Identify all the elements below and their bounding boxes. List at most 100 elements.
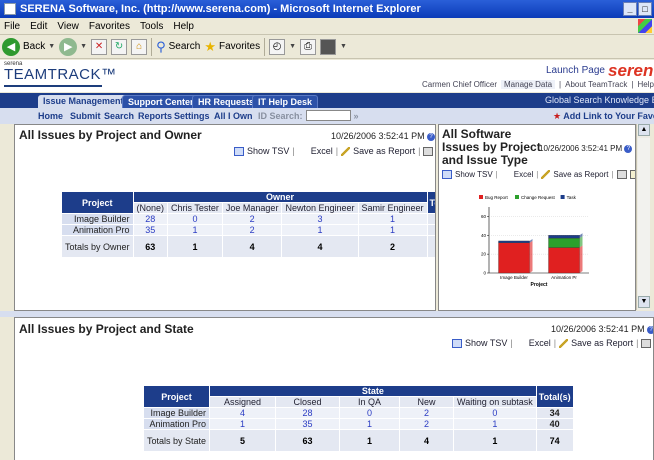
pencil-icon [541, 170, 551, 179]
nav-settings[interactable]: Settings [174, 111, 210, 121]
menu-edit[interactable]: Edit [30, 21, 47, 32]
help-icon[interactable]: ? [427, 132, 435, 141]
forward-button[interactable]: ▶ ▼ [59, 37, 87, 56]
id-search-go-button[interactable]: » [354, 111, 359, 121]
show-tsv-link[interactable]: Show TSV [455, 170, 493, 179]
print-icon[interactable] [423, 146, 434, 156]
nav-reports[interactable]: Reports [138, 111, 172, 121]
cell-link[interactable]: 0 [339, 407, 401, 419]
legend-label: Bug Report [485, 195, 509, 200]
help-icon[interactable]: ? [647, 325, 653, 334]
back-dropdown-icon[interactable]: ▼ [48, 43, 55, 50]
edit-dropdown-icon[interactable]: ▼ [340, 43, 347, 50]
add-link-favorites[interactable]: ★ Add Link to Your Favorite [553, 111, 654, 122]
star-icon: ★ [553, 111, 562, 121]
nav-search[interactable]: Search [104, 111, 134, 121]
legend-swatch [560, 195, 565, 199]
x-tick-label: Image Builder [500, 275, 528, 280]
excel-link[interactable]: Excel [311, 146, 333, 156]
report-actions: Show TSV | Excel | Save as Report | [234, 146, 435, 156]
stop-icon[interactable]: ✕ [91, 38, 108, 55]
cell-link[interactable]: 2 [221, 224, 283, 236]
cell-link[interactable]: 1 [339, 418, 401, 430]
column-header: (None) [132, 202, 169, 214]
legend-label: Task [567, 195, 577, 200]
save-as-report-link[interactable]: Save as Report [353, 146, 415, 156]
pane-timestamp: 10/26/2006 3:52:41 PM ? [331, 131, 435, 141]
help-icon[interactable]: ? [624, 144, 633, 153]
cell-link[interactable]: 1 [357, 213, 428, 225]
nav-home[interactable]: Home [38, 111, 63, 121]
search-icon: ⚲ [156, 38, 166, 54]
launch-page-link[interactable]: Launch Page [546, 65, 605, 76]
global-search-links[interactable]: Global Search Knowledge Bas [545, 95, 654, 105]
scroll-down-icon[interactable]: ▼ [638, 296, 650, 308]
home-icon[interactable]: ⌂ [131, 38, 148, 55]
scroll-up-icon[interactable]: ▲ [638, 124, 650, 136]
table-row: Animation Pro 35 1 2 1 1 40 [61, 224, 435, 236]
menu-favorites[interactable]: Favorites [89, 21, 130, 32]
print-icon[interactable] [616, 170, 627, 179]
cell-link[interactable]: 4 [209, 407, 277, 419]
search-button[interactable]: ⚲ Search [156, 39, 200, 55]
menu-view[interactable]: View [57, 21, 79, 32]
cell-link[interactable]: 28 [275, 407, 341, 419]
print-icon[interactable] [641, 338, 652, 348]
cell-link[interactable]: 2 [399, 407, 455, 419]
x-axis-label: Project [531, 282, 548, 288]
menu-file[interactable]: File [4, 21, 20, 32]
help-link[interactable]: Help [637, 80, 653, 89]
cell-link[interactable]: 0 [453, 407, 537, 419]
menu-help[interactable]: Help [173, 21, 194, 32]
cell-link[interactable]: 28 [132, 213, 169, 225]
tab-issue-management[interactable]: Issue Management [38, 95, 129, 108]
forward-dropdown-icon[interactable]: ▼ [80, 43, 87, 50]
back-button[interactable]: ◀ Back ▼ [2, 37, 55, 56]
tab-hr-requests[interactable]: HR Requests [192, 95, 261, 108]
cell-link[interactable]: 1 [281, 224, 359, 236]
project-header: Project [142, 385, 211, 408]
tab-it-help-desk[interactable]: IT Help Desk [252, 95, 319, 108]
cell-link[interactable]: 1 [167, 224, 223, 236]
history-icon[interactable]: ◴ [269, 38, 286, 55]
nav-all-i-own[interactable]: All I Own [214, 111, 253, 121]
cell-link[interactable]: 1 [209, 418, 277, 430]
excel-link[interactable]: Excel [514, 170, 534, 179]
cell-link[interactable]: 2 [221, 213, 283, 225]
serena-logo: seren [608, 61, 654, 80]
action-separator: | [553, 338, 557, 348]
favorites-button[interactable]: ★ Favorites [204, 39, 260, 55]
y-tick-label: 20 [481, 252, 487, 257]
cell-link[interactable]: 1 [453, 418, 537, 430]
nav-submit[interactable]: Submit [70, 111, 101, 121]
cell-link[interactable]: 35 [132, 224, 169, 236]
show-tsv-link[interactable]: Show TSV [247, 146, 289, 156]
save-as-report-link[interactable]: Save as Report [571, 338, 633, 348]
column-header: Closed [275, 396, 341, 408]
cell-link[interactable]: 35 [275, 418, 341, 430]
maximize-button[interactable]: □ [638, 2, 652, 16]
cell-link[interactable]: 2 [399, 418, 455, 430]
minimize-button[interactable]: _ [623, 2, 637, 16]
manage-data-link[interactable]: Manage Data [501, 80, 556, 89]
cell-link[interactable]: 1 [357, 224, 428, 236]
about-teamtrack-link[interactable]: About TeamTrack [565, 80, 627, 89]
link-separator: | [559, 80, 562, 89]
legend-swatch [515, 195, 519, 199]
tab-support-center[interactable]: Support Center [122, 95, 200, 108]
vertical-scrollbar[interactable]: ▲ ▼ [636, 124, 650, 310]
menu-tools[interactable]: Tools [140, 21, 163, 32]
save-as-report-link[interactable]: Save as Report [553, 170, 608, 179]
cell-link[interactable]: 3 [281, 213, 359, 225]
print-icon[interactable]: ⎙ [300, 38, 317, 55]
refresh-icon[interactable]: ↻ [111, 38, 128, 55]
id-search-label: ID Search: [258, 110, 303, 121]
show-tsv-link[interactable]: Show TSV [465, 338, 507, 348]
cell-link[interactable]: 0 [167, 213, 223, 225]
id-search-input[interactable] [305, 110, 351, 121]
edit-icon[interactable] [320, 38, 337, 55]
history-dropdown-icon[interactable]: ▼ [289, 43, 296, 50]
issue-type-chart: Bug Report Change Request Task 0 20 40 60 Image… [479, 195, 589, 288]
scroll-thumb[interactable] [638, 138, 650, 296]
excel-link[interactable]: Excel [529, 338, 551, 348]
